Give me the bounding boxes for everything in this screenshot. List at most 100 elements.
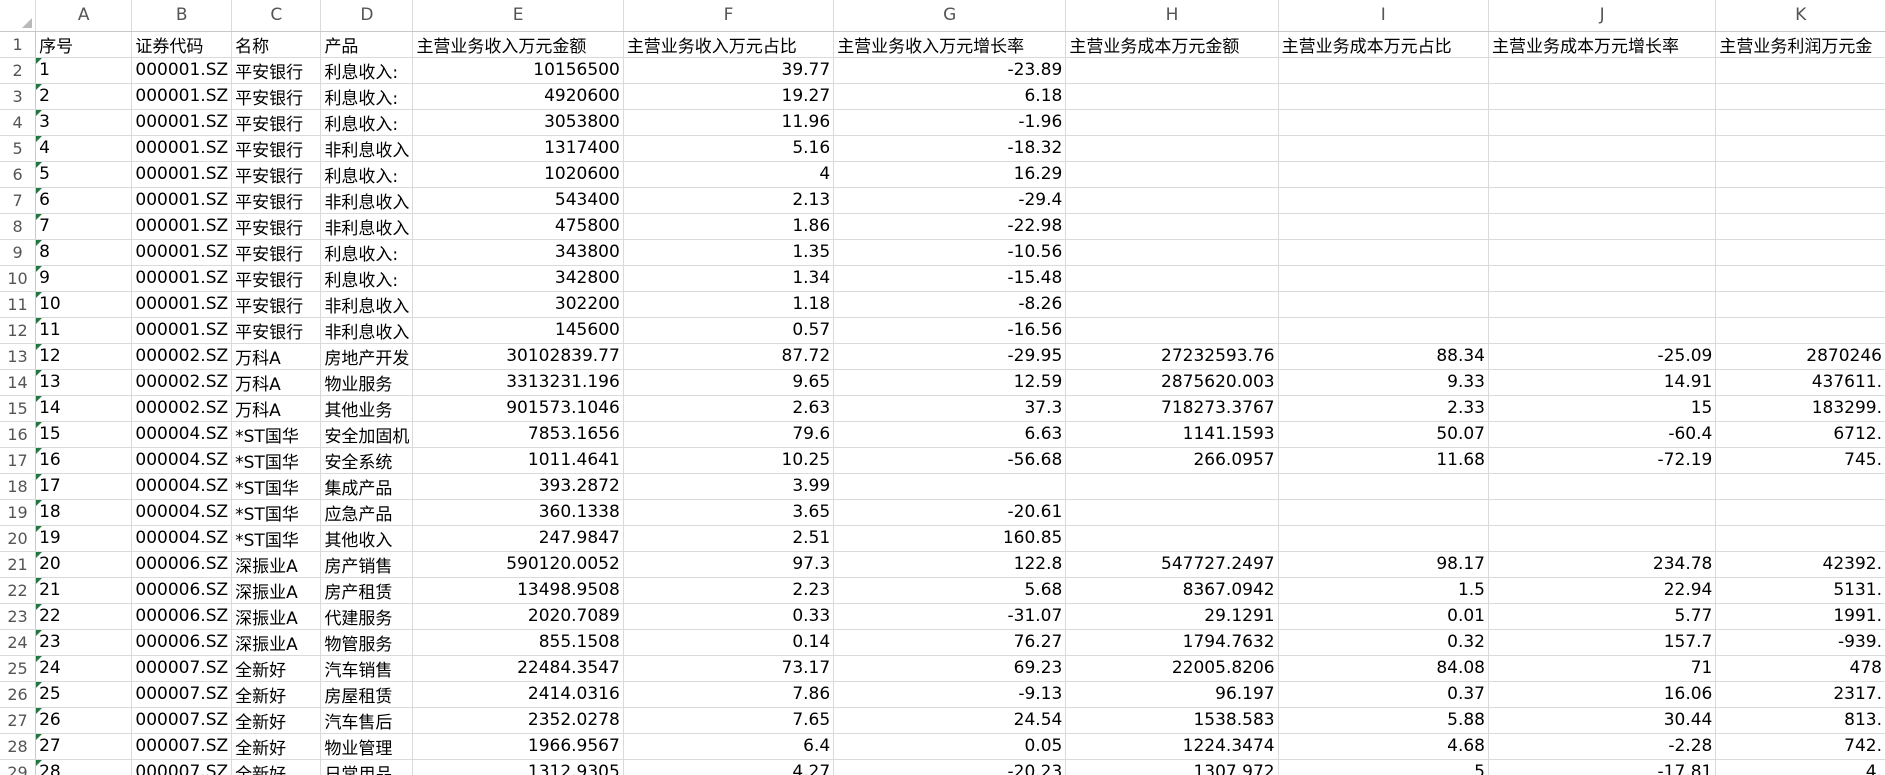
cell-B10[interactable]: 000001.SZ [131, 265, 233, 292]
cell-I17[interactable]: 11.68 [1278, 447, 1489, 474]
cell-E26[interactable]: 2414.0316 [412, 681, 624, 708]
cell-K16[interactable]: 6712. [1715, 421, 1886, 448]
cell-E16[interactable]: 7853.1656 [412, 421, 624, 448]
cell-K7[interactable] [1715, 187, 1886, 214]
cell-E3[interactable]: 4920600 [412, 83, 624, 110]
cell-D28[interactable]: 物业管理 [320, 733, 414, 760]
cell-H21[interactable]: 547727.2497 [1065, 551, 1279, 578]
cell-I8[interactable] [1278, 213, 1489, 240]
cell-G12[interactable]: -16.56 [833, 317, 1067, 344]
cell-G18[interactable] [833, 473, 1067, 500]
cell-F9[interactable]: 1.35 [623, 239, 835, 266]
cell-F21[interactable]: 97.3 [623, 551, 835, 578]
cell-C12[interactable]: 平安银行 [231, 317, 322, 344]
cell-F6[interactable]: 4 [623, 161, 835, 188]
cell-G17[interactable]: -56.68 [833, 447, 1067, 474]
cell-J27[interactable]: 30.44 [1488, 707, 1717, 734]
cell-A25[interactable]: 24 [35, 655, 133, 682]
cell-C17[interactable]: *ST国华 [231, 447, 322, 474]
cell-G25[interactable]: 69.23 [833, 655, 1067, 682]
cell-G1[interactable]: 主营业务收入万元增长率 [833, 31, 1067, 58]
cell-K8[interactable] [1715, 213, 1886, 240]
cell-K2[interactable] [1715, 57, 1886, 84]
cell-E13[interactable]: 30102839.77 [412, 343, 624, 370]
cell-G14[interactable]: 12.59 [833, 369, 1067, 396]
cell-D17[interactable]: 安全系统 [320, 447, 414, 474]
cell-C15[interactable]: 万科A [231, 395, 322, 422]
cell-I11[interactable] [1278, 291, 1489, 318]
cell-I21[interactable]: 98.17 [1278, 551, 1489, 578]
cell-B7[interactable]: 000001.SZ [131, 187, 233, 214]
cell-B20[interactable]: 000004.SZ [131, 525, 233, 552]
cell-I16[interactable]: 50.07 [1278, 421, 1489, 448]
cell-I12[interactable] [1278, 317, 1489, 344]
row-header-18[interactable]: 18 [0, 473, 37, 500]
cell-A23[interactable]: 22 [35, 603, 133, 630]
cell-A26[interactable]: 25 [35, 681, 133, 708]
cell-A3[interactable]: 2 [35, 83, 133, 110]
cell-K14[interactable]: 437611. [1715, 369, 1886, 396]
cell-E4[interactable]: 3053800 [412, 109, 624, 136]
cell-E15[interactable]: 901573.1046 [412, 395, 624, 422]
cell-B12[interactable]: 000001.SZ [131, 317, 233, 344]
cell-K29[interactable]: 4. [1715, 759, 1886, 775]
cell-G4[interactable]: -1.96 [833, 109, 1067, 136]
cell-D27[interactable]: 汽车售后 [320, 707, 414, 734]
cell-K11[interactable] [1715, 291, 1886, 318]
cell-A13[interactable]: 12 [35, 343, 133, 370]
cell-E27[interactable]: 2352.0278 [412, 707, 624, 734]
cell-J8[interactable] [1488, 213, 1717, 240]
cell-I18[interactable] [1278, 473, 1489, 500]
cell-H5[interactable] [1065, 135, 1279, 162]
row-header-26[interactable]: 26 [0, 681, 37, 708]
cell-B13[interactable]: 000002.SZ [131, 343, 233, 370]
cell-H15[interactable]: 718273.3767 [1065, 395, 1279, 422]
cell-D10[interactable]: 利息收入: [320, 265, 414, 292]
cell-B16[interactable]: 000004.SZ [131, 421, 233, 448]
cell-I4[interactable] [1278, 109, 1489, 136]
cell-K22[interactable]: 5131. [1715, 577, 1886, 604]
cell-F2[interactable]: 39.77 [623, 57, 835, 84]
cell-B6[interactable]: 000001.SZ [131, 161, 233, 188]
cell-G27[interactable]: 24.54 [833, 707, 1067, 734]
spreadsheet-grid[interactable]: ABCDEFGHIJK 1 序号 证券代码 名称 产品 主营业务收入万元金额 主营业务收入万… [0, 0, 1886, 775]
column-header-B[interactable]: B [131, 0, 233, 32]
cell-A20[interactable]: 19 [35, 525, 133, 552]
cell-C3[interactable]: 平安银行 [231, 83, 322, 110]
row-header-4[interactable]: 4 [0, 109, 37, 136]
cell-C11[interactable]: 平安银行 [231, 291, 322, 318]
cell-B17[interactable]: 000004.SZ [131, 447, 233, 474]
row-header-28[interactable]: 28 [0, 733, 37, 760]
cell-C16[interactable]: *ST国华 [231, 421, 322, 448]
cell-B2[interactable]: 000001.SZ [131, 57, 233, 84]
cell-C10[interactable]: 平安银行 [231, 265, 322, 292]
cell-C13[interactable]: 万科A [231, 343, 322, 370]
cell-H3[interactable] [1065, 83, 1279, 110]
cell-J26[interactable]: 16.06 [1488, 681, 1717, 708]
cell-F5[interactable]: 5.16 [623, 135, 835, 162]
cell-A1[interactable]: 序号 [35, 31, 133, 58]
cell-A28[interactable]: 27 [35, 733, 133, 760]
cell-B8[interactable]: 000001.SZ [131, 213, 233, 240]
cell-A4[interactable]: 3 [35, 109, 133, 136]
cell-C9[interactable]: 平安银行 [231, 239, 322, 266]
cell-G29[interactable]: -20.23 [833, 759, 1067, 775]
cell-C24[interactable]: 深振业A [231, 629, 322, 656]
cell-G8[interactable]: -22.98 [833, 213, 1067, 240]
cell-B21[interactable]: 000006.SZ [131, 551, 233, 578]
cell-G26[interactable]: -9.13 [833, 681, 1067, 708]
cell-A12[interactable]: 11 [35, 317, 133, 344]
cell-F19[interactable]: 3.65 [623, 499, 835, 526]
cell-I23[interactable]: 0.01 [1278, 603, 1489, 630]
cell-F3[interactable]: 19.27 [623, 83, 835, 110]
cell-I7[interactable] [1278, 187, 1489, 214]
cell-C21[interactable]: 深振业A [231, 551, 322, 578]
cell-C28[interactable]: 全新好 [231, 733, 322, 760]
cell-D5[interactable]: 非利息收入 [320, 135, 414, 162]
cell-K23[interactable]: 1991. [1715, 603, 1886, 630]
cell-G5[interactable]: -18.32 [833, 135, 1067, 162]
row-header-15[interactable]: 15 [0, 395, 37, 422]
cell-D19[interactable]: 应急产品 [320, 499, 414, 526]
cell-J24[interactable]: 157.7 [1488, 629, 1717, 656]
cell-F7[interactable]: 2.13 [623, 187, 835, 214]
